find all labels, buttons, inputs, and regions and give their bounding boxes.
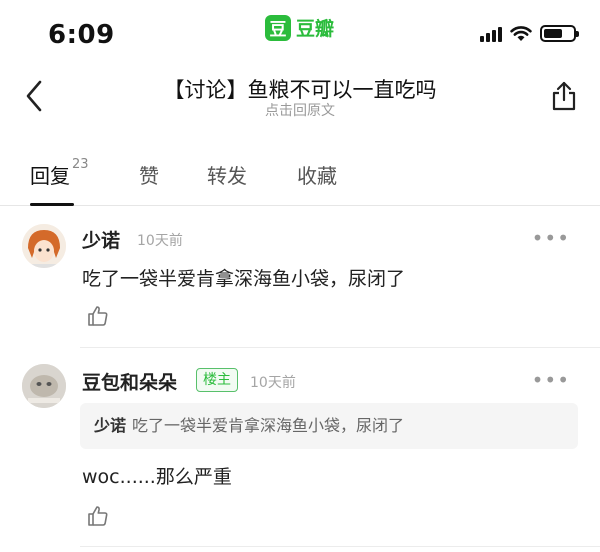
status-icons: [480, 25, 579, 42]
comment-time: 10天前: [250, 375, 296, 391]
more-options-button[interactable]: •••: [532, 368, 570, 392]
commenter-name[interactable]: 少诺: [82, 226, 120, 253]
status-bar: 6:09 豆 豆瓣: [0, 0, 600, 66]
avatar[interactable]: [22, 364, 66, 408]
share-button[interactable]: [546, 76, 582, 116]
tab-favorites[interactable]: 收藏: [297, 160, 337, 189]
avatar-image: [22, 364, 66, 408]
douban-logo-icon: 豆: [265, 14, 291, 41]
commenter-name[interactable]: 豆包和朵朵: [82, 368, 177, 395]
tab-replies[interactable]: 回复 23: [30, 157, 89, 189]
tab-bar: 回复 23 赞 转发 收藏: [0, 146, 600, 206]
thumbs-up-icon: [88, 506, 108, 526]
status-time: 6:09: [48, 20, 115, 50]
like-button[interactable]: [86, 504, 110, 528]
comment-item: 少诺 10天前 ••• 吃了一袋半爱肯拿深海鱼小袋，尿闭了: [0, 206, 600, 348]
quoted-reply[interactable]: 少诺 吃了一袋半爱肯拿深海鱼小袋，尿闭了: [80, 403, 578, 449]
quoted-author: 少诺: [94, 416, 127, 435]
avatar[interactable]: [22, 224, 66, 268]
avatar-image: [22, 224, 66, 268]
wifi-icon: [510, 25, 532, 41]
comment-text: woc......那么严重: [82, 466, 232, 488]
comment-text: 吃了一袋半爱肯拿深海鱼小袋，尿闭了: [82, 268, 406, 290]
cellular-signal-icon: [480, 26, 502, 42]
like-button[interactable]: [86, 304, 110, 328]
reply-count: 23: [72, 157, 89, 172]
app-badge: 豆 豆瓣: [265, 14, 334, 41]
tab-reposts[interactable]: 转发: [207, 160, 247, 189]
more-options-button[interactable]: •••: [532, 226, 570, 250]
op-badge: 楼主: [196, 368, 238, 392]
quoted-text: 吃了一袋半爱肯拿深海鱼小袋，尿闭了: [132, 416, 405, 435]
app-name: 豆瓣: [296, 18, 335, 40]
divider: [80, 546, 600, 547]
battery-icon: [540, 25, 579, 42]
thumbs-up-icon: [88, 306, 108, 326]
comment-item: 豆包和朵朵 楼主 10天前 ••• 少诺 吃了一袋半爱肯拿深海鱼小袋，尿闭了 wo…: [0, 348, 600, 552]
share-icon: [552, 81, 576, 111]
back-to-original-link[interactable]: 点击回原文: [0, 100, 600, 120]
nav-bar: 【讨论】鱼粮不可以一直吃吗 点击回原文: [0, 66, 600, 126]
tab-likes[interactable]: 赞: [139, 160, 159, 189]
tab-replies-label: 回复: [30, 164, 70, 188]
comment-time: 10天前: [137, 233, 183, 249]
